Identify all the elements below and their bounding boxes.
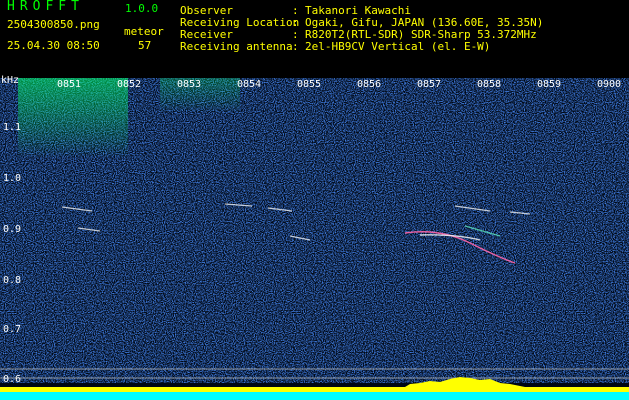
y-tick: 0.7 [3, 324, 22, 335]
meteor-count: 57 [138, 39, 152, 52]
info-antenna-value: 2el-HB9CV Vertical (el. E-W) [305, 40, 491, 53]
app-title: HROFFT [7, 0, 84, 14]
y-tick: 0.9 [3, 224, 22, 235]
y-tick: 0.6 [3, 374, 22, 385]
y-tick: 0.8 [3, 275, 22, 286]
datetime: 25.04.30 08:50 [7, 39, 100, 52]
level-bar-baseline [0, 387, 629, 392]
app-version: 1.0.0 [125, 2, 159, 15]
x-tick: 0851 [57, 79, 82, 90]
info-antenna-colon: : [292, 40, 299, 53]
y-tick: 1.1 [3, 122, 22, 133]
level-baseline [0, 392, 629, 400]
x-tick: 0856 [357, 79, 382, 90]
y-tick: 1.0 [3, 173, 22, 184]
x-tick: 0854 [237, 79, 262, 90]
x-tick: 0857 [417, 79, 442, 90]
x-tick: 0859 [537, 79, 562, 90]
info-antenna-label: Receiving antenna [180, 40, 293, 53]
x-tick: 0853 [177, 79, 202, 90]
meteor-label: meteor [124, 25, 164, 38]
x-tick: 0900 [597, 79, 622, 90]
filename: 2504300850.png [7, 18, 100, 31]
x-tick: 0852 [117, 79, 142, 90]
x-tick: 0858 [477, 79, 502, 90]
high-band-glow [18, 78, 128, 158]
spectrogram [0, 78, 629, 400]
axis-unit: kHz [1, 75, 20, 86]
x-tick: 0855 [297, 79, 322, 90]
